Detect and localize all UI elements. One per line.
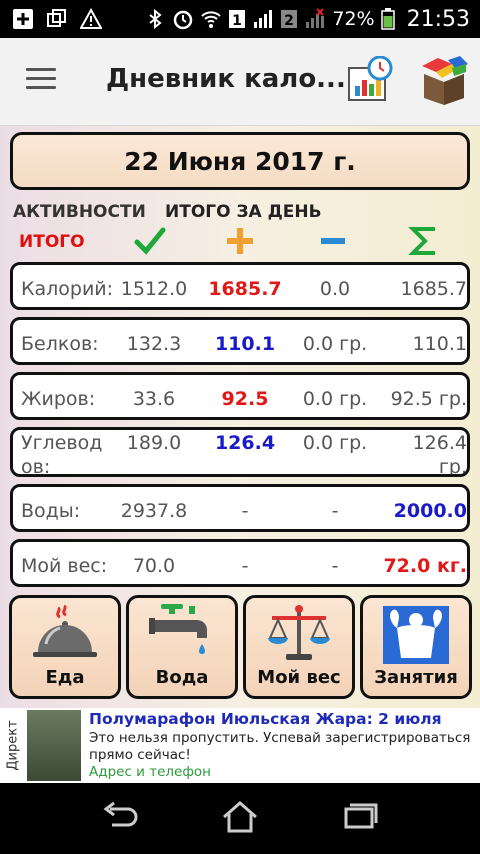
ad-banner[interactable]: Директ Полумарафон Июльская Жара: 2 июля… — [0, 708, 480, 783]
sum-icon — [408, 227, 435, 255]
food-button[interactable]: Еда — [9, 595, 121, 699]
row-consumed: 132.3 — [126, 333, 182, 355]
row-minus: 0.0 гр. — [302, 432, 368, 454]
row-consumed: 189.0 — [126, 432, 182, 454]
ad-body: Это нельзя пропустить. Успевай зарегистр… — [89, 730, 471, 763]
row-sum: 2000.0 — [393, 500, 467, 522]
food-label: Еда — [45, 667, 85, 688]
minus-icon — [321, 238, 345, 244]
row-label-line1: Углевод — [21, 432, 103, 454]
carbs-row[interactable]: Углевод ов: 189.0 126.4 0.0 гр. 126.4 гр… — [10, 427, 470, 477]
warning-icon — [80, 8, 102, 30]
workouts-button[interactable]: Занятия — [360, 595, 472, 699]
check-icon — [134, 227, 166, 255]
row-sum: 92.5 гр. — [390, 388, 467, 410]
clock: 21:53 — [406, 6, 470, 32]
svg-text:1: 1 — [232, 13, 242, 29]
date-selector[interactable]: 22 Июня 2017 г. — [10, 132, 470, 190]
weight-label: Мой вес — [257, 667, 341, 688]
workouts-label: Занятия — [374, 667, 458, 688]
status-bar: 1 2 72% 21:53 — [0, 0, 480, 38]
water-button[interactable]: Вода — [126, 595, 238, 699]
row-label-line2: ов: — [21, 456, 51, 477]
gallery-icon — [46, 8, 68, 30]
home-icon[interactable] — [220, 799, 260, 835]
ad-tag: Директ — [5, 720, 21, 771]
row-label: Жиров: — [21, 388, 96, 410]
ad-image — [27, 710, 81, 781]
row-label: Калорий: — [21, 278, 114, 300]
proteins-row[interactable]: Белков: 132.3 110.1 0.0 гр. 110.1 — [10, 317, 470, 365]
signal-icon — [252, 8, 274, 30]
row-minus: 0.0 гр. — [302, 388, 368, 410]
cloche-icon — [33, 604, 97, 657]
row-sum: 72.0 кг. — [383, 555, 467, 577]
alarm-icon — [172, 8, 194, 30]
bodybuilder-icon — [383, 606, 449, 664]
wifi-icon — [200, 8, 222, 30]
bluetooth-icon — [144, 8, 166, 30]
report-clock-icon[interactable] — [346, 55, 394, 104]
row-minus: 0.0 гр. — [302, 333, 368, 355]
fats-row[interactable]: Жиров: 33.6 92.5 0.0 гр. 92.5 гр. — [10, 372, 470, 420]
row-label: Мой вес: — [21, 555, 108, 577]
main-content: 22 Июня 2017 г. АКТИВНОСТИ ИТОГО ЗА ДЕНЬ… — [0, 126, 480, 708]
total-header: ИТОГО — [19, 232, 85, 252]
back-icon[interactable] — [100, 799, 140, 835]
faucet-icon — [149, 604, 207, 654]
row-plus: 126.4 — [214, 432, 276, 454]
no-signal-icon — [304, 8, 326, 30]
row-plus: 1685.7 — [208, 278, 282, 300]
water-label: Вода — [155, 667, 209, 688]
calories-row[interactable]: Калорий: 1512.0 1685.7 0.0 1685.7 — [10, 262, 470, 310]
plus-icon — [227, 228, 253, 254]
row-plus: 92.5 — [221, 388, 269, 410]
row-label: Воды: — [21, 500, 81, 522]
row-sum-line1: 126.4 — [412, 432, 467, 454]
app-bar: Дневник кало... — [0, 38, 480, 126]
row-minus: 0.0 — [319, 278, 351, 300]
weight-button[interactable]: Мой вес — [243, 595, 355, 699]
row-consumed: 70.0 — [132, 555, 176, 577]
menu-icon[interactable] — [26, 68, 56, 92]
row-plus: 110.1 — [214, 333, 276, 355]
date-label: 22 Июня 2017 г. — [124, 146, 356, 176]
row-consumed: 33.6 — [132, 388, 176, 410]
row-consumed: 2937.8 — [120, 500, 188, 522]
scales-icon — [268, 605, 330, 660]
add-notification-icon — [12, 8, 34, 30]
ad-title[interactable]: Полумарафон Июльская Жара: 2 июля — [89, 710, 442, 728]
water-row[interactable]: Воды: 2937.8 - - 2000.0 — [10, 484, 470, 532]
row-sum: 1685.7 — [400, 278, 467, 300]
navigation-bar — [0, 783, 480, 854]
sim1-icon: 1 — [228, 8, 246, 30]
svg-text:2: 2 — [284, 13, 294, 29]
row-sum: 110.1 — [412, 333, 467, 355]
row-sum-line2: гр. — [438, 456, 467, 477]
day-total-header: ИТОГО ЗА ДЕНЬ — [165, 202, 322, 222]
weight-row[interactable]: Мой вес: 70.0 - - 72.0 кг. — [10, 539, 470, 587]
battery-icon — [380, 8, 395, 30]
row-minus: - — [331, 555, 339, 577]
battery-percent: 72% — [332, 8, 375, 30]
products-box-icon[interactable] — [418, 54, 470, 106]
sim2-icon: 2 — [280, 8, 298, 30]
page-title: Дневник кало... — [106, 64, 346, 94]
row-label: Белков: — [21, 333, 99, 355]
ad-link[interactable]: Адрес и телефон — [89, 764, 211, 780]
row-plus: - — [241, 500, 249, 522]
recent-apps-icon[interactable] — [340, 799, 380, 835]
row-plus: - — [241, 555, 249, 577]
activities-header: АКТИВНОСТИ — [13, 202, 146, 222]
row-minus: - — [331, 500, 339, 522]
row-consumed: 1512.0 — [120, 278, 188, 300]
